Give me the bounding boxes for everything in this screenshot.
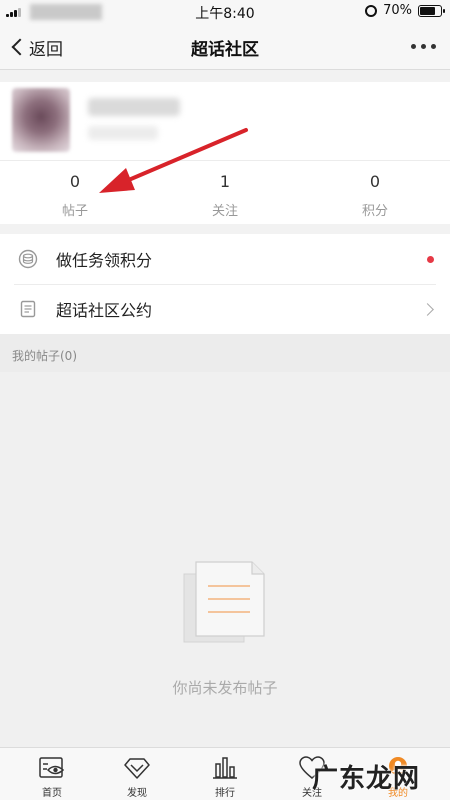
stat-label: 关注 [211, 204, 238, 219]
diamond-icon [124, 758, 150, 779]
heart-icon [299, 756, 325, 779]
back-label: 返回 [29, 39, 63, 60]
notification-dot [427, 255, 434, 263]
tab-discover[interactable]: 发现 [107, 754, 167, 799]
tab-label: 首页 [42, 788, 62, 799]
empty-message: 你尚未发布帖子 [172, 679, 278, 697]
chevron-left-icon [11, 38, 29, 56]
tab-label: 发现 [127, 788, 147, 799]
username-blurred [88, 98, 180, 116]
more-button[interactable] [411, 44, 436, 49]
posts-empty-state: 你尚未发布帖子 [0, 372, 450, 747]
user-desc-blurred [88, 126, 158, 140]
status-right: 70% [365, 3, 445, 18]
tab-bar: 首页 发现 排行 关注 我的 [0, 747, 450, 800]
stat-posts[interactable]: 0 帖子 [0, 172, 150, 219]
bar-chart-icon [213, 757, 237, 779]
tab-ranking[interactable]: 排行 [195, 754, 255, 799]
menu-list: 做任务领积分 超话社区公约 [0, 234, 450, 334]
tab-me[interactable]: 我的 [368, 754, 428, 799]
battery-icon [418, 4, 445, 17]
empty-document-icon [183, 561, 265, 643]
divider [0, 160, 450, 161]
stat-label: 积分 [361, 204, 388, 219]
orientation-lock-icon [365, 4, 378, 17]
tab-label: 关注 [302, 788, 322, 799]
tab-label: 排行 [215, 788, 235, 799]
stat-label: 帖子 [61, 204, 88, 219]
page-title: 超话社区 [191, 40, 259, 60]
avatar[interactable] [12, 88, 70, 152]
menu-item-tasks[interactable]: 做任务领积分 [0, 234, 450, 284]
menu-item-label: 超话社区公约 [56, 301, 153, 320]
stat-value: 0 [69, 172, 81, 191]
battery-percent: 70% [383, 3, 412, 18]
profile-card: 0 帖子 1 关注 0 积分 [0, 82, 450, 224]
more-dot-icon [411, 44, 416, 49]
more-dot-icon [421, 44, 426, 49]
stat-points[interactable]: 0 积分 [300, 172, 450, 219]
document-icon [20, 300, 36, 318]
back-button[interactable]: 返回 [10, 34, 63, 60]
stat-following[interactable]: 1 关注 [150, 172, 300, 219]
profile-icon [389, 757, 407, 775]
battery-level [420, 6, 436, 15]
posts-section-header: 我的帖子(0) [0, 334, 450, 372]
stat-value: 1 [219, 172, 231, 191]
tab-label: 我的 [388, 788, 408, 799]
chevron-right-icon [421, 302, 434, 316]
more-dot-icon [431, 44, 436, 49]
menu-item-convention[interactable]: 超话社区公约 [0, 284, 450, 334]
stat-value: 0 [369, 172, 381, 191]
menu-item-label: 做任务领积分 [56, 251, 153, 270]
eye-card-icon [39, 757, 65, 778]
status-bar: 上午8:40 70% [0, 0, 450, 24]
coin-stack-icon [18, 249, 38, 269]
nav-bar: 返回 超话社区 [0, 24, 450, 70]
tab-following[interactable]: 关注 [282, 754, 342, 799]
tab-home[interactable]: 首页 [22, 754, 82, 799]
